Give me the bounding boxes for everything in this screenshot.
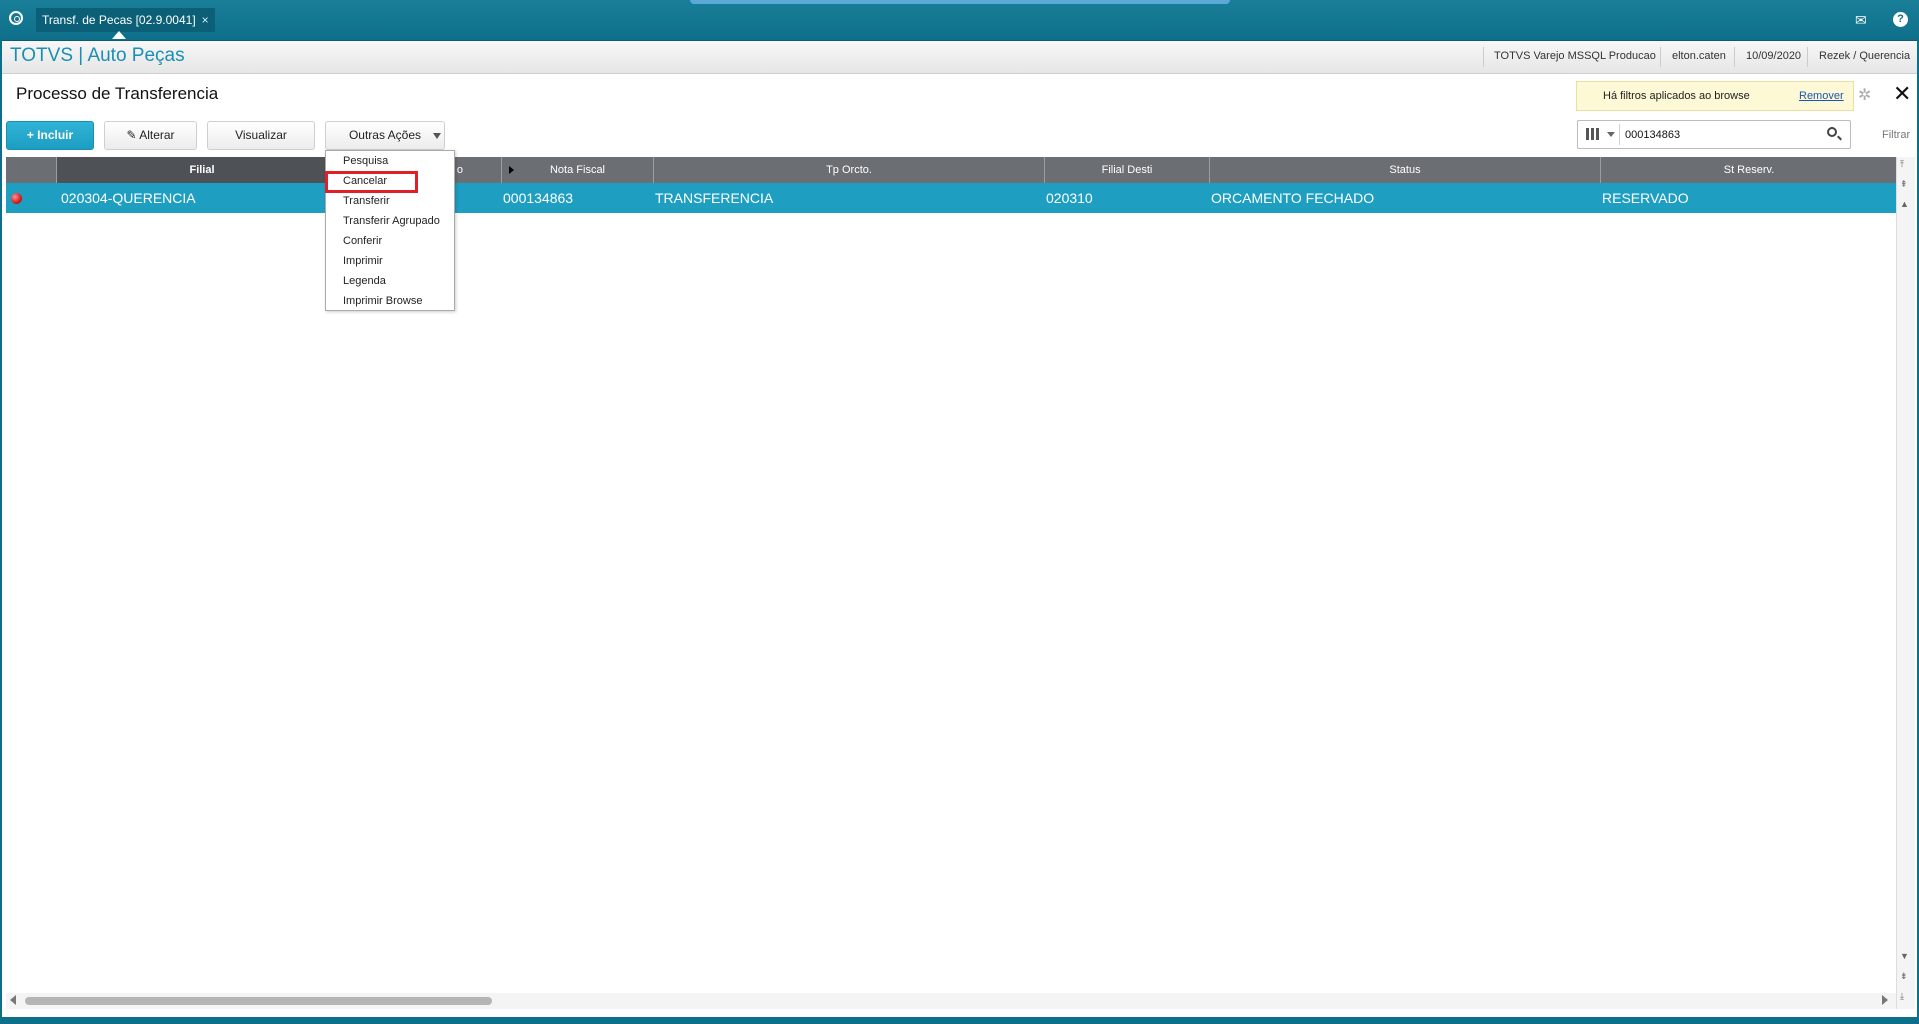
column-header-st-reserv[interactable]: St Reserv. <box>1601 157 1897 183</box>
alterar-label: Alterar <box>139 128 175 142</box>
top-glow <box>690 0 1230 4</box>
pencil-icon: ✎ <box>126 128 137 142</box>
visualizar-button[interactable]: Visualizar <box>207 121 315 150</box>
vertical-scrollbar[interactable]: ⤒ ⇞ ▲ ▼ ⇟ ⤓ <box>1896 157 1915 1009</box>
menu-item-imprimir-browse[interactable]: Imprimir Browse <box>343 295 422 307</box>
cell-filial-desti: 020310 <box>1046 190 1093 206</box>
menu-item-transferir-agrupado[interactable]: Transferir Agrupado <box>343 215 440 227</box>
header-divider <box>1660 47 1661 67</box>
column-header-filial-desti[interactable]: Filial Desti <box>1045 157 1210 183</box>
columns-icon[interactable] <box>1586 128 1600 140</box>
column-header-nota-fiscal[interactable]: Nota Fiscal <box>502 157 654 183</box>
app-header: TOTVS | Auto Peças TOTVS Varejo MSSQL Pr… <box>0 41 1919 74</box>
header-divider <box>1807 47 1808 67</box>
scroll-top-icon[interactable]: ⤒ <box>1900 159 1904 170</box>
status-legend-icon <box>11 193 22 204</box>
menu-item-transferir[interactable]: Transferir <box>343 195 390 207</box>
tab-close-icon[interactable]: × <box>202 13 209 27</box>
header-divider <box>1483 47 1484 67</box>
scroll-down-icon[interactable]: ▼ <box>1900 951 1909 961</box>
scroll-page-up-icon[interactable]: ⇞ <box>1900 179 1908 190</box>
mail-icon[interactable]: ✉ <box>1855 12 1867 29</box>
filtrar-link[interactable]: Filtrar <box>1882 129 1910 141</box>
tab-transf-pecas[interactable]: Transf. de Pecas [02.9.0041] × <box>36 8 215 32</box>
visualizar-label: Visualizar <box>235 128 287 142</box>
app-title: TOTVS | Auto Peças <box>10 45 185 66</box>
incluir-button[interactable]: + Incluir <box>6 121 94 150</box>
incluir-label: Incluir <box>37 128 74 142</box>
menu-item-legenda[interactable]: Legenda <box>343 275 386 287</box>
filter-notice-text: Há filtros aplicados ao browse <box>1603 90 1750 102</box>
column-header-legend <box>6 157 57 183</box>
header-divider <box>1734 47 1735 67</box>
cell-tp-orcto: TRANSFERENCIA <box>655 190 774 206</box>
menu-item-imprimir[interactable]: Imprimir <box>343 255 383 267</box>
remove-filter-link[interactable]: Remover <box>1799 90 1844 102</box>
settings-gear-icon[interactable]: ✲ <box>1858 85 1871 105</box>
help-icon[interactable]: ? <box>1893 12 1908 27</box>
cell-filial: 020304-QUERENCIA <box>61 190 196 206</box>
horizontal-scroll-thumb[interactable] <box>25 997 492 1005</box>
chevron-down-icon <box>433 133 441 139</box>
search-icon[interactable] <box>1827 127 1837 137</box>
tab-title: Transf. de Pecas [02.9.0041] <box>42 13 196 27</box>
scroll-bottom-icon[interactable]: ⤓ <box>1900 991 1904 1002</box>
filter-notice: Há filtros aplicados ao browse Remover <box>1576 81 1854 111</box>
chevron-down-icon[interactable] <box>1607 132 1615 137</box>
menu-item-conferir[interactable]: Conferir <box>343 235 382 247</box>
horizontal-scrollbar[interactable] <box>6 993 1896 1009</box>
cell-nota-fiscal: 000134863 <box>503 190 574 206</box>
window-border <box>0 40 2 1020</box>
plus-icon: + <box>26 128 34 142</box>
cell-st-reserv: RESERVADO <box>1602 190 1689 206</box>
scroll-right-icon[interactable] <box>1882 995 1888 1005</box>
taskbar-edge <box>0 1017 1919 1024</box>
date-label: 10/09/2020 <box>1746 50 1802 62</box>
menu-item-pesquisa[interactable]: Pesquisa <box>343 155 388 167</box>
user-label: elton.caten <box>1672 50 1726 62</box>
totvs-logo-icon[interactable] <box>9 11 23 25</box>
outras-acoes-dropdown[interactable]: Outras Ações <box>325 121 445 150</box>
company-label[interactable]: Rezek / Querencia <box>1819 50 1910 62</box>
cancelar-highlight-box <box>325 171 418 193</box>
close-icon[interactable]: ✕ <box>1893 81 1911 107</box>
scroll-up-icon[interactable]: ▲ <box>1900 199 1909 209</box>
scroll-page-down-icon[interactable]: ⇟ <box>1900 971 1908 982</box>
cell-status: ORCAMENTO FECHADO <box>1211 190 1375 206</box>
top-bar: Transf. de Pecas [02.9.0041] × ✉ ? <box>0 0 1919 41</box>
grid-header: Filial o Nota Fiscal Tp Orcto. Filial De… <box>6 157 1897 183</box>
search-input[interactable] <box>1623 125 1827 144</box>
table-row[interactable]: 020304-QUERENCIA 000134863 TRANSFERENCIA… <box>6 183 1897 213</box>
column-header-tp-orcto[interactable]: Tp Orcto. <box>654 157 1045 183</box>
environment-label: TOTVS Varejo MSSQL Producao <box>1494 50 1656 62</box>
scroll-left-icon[interactable] <box>10 995 16 1005</box>
outras-acoes-label: Outras Ações <box>348 128 422 142</box>
active-tab-indicator <box>112 31 126 39</box>
search-divider <box>1619 124 1620 145</box>
column-header-filial[interactable]: Filial <box>57 157 348 183</box>
search-box <box>1577 120 1851 149</box>
column-header-status[interactable]: Status <box>1210 157 1601 183</box>
page-title: Processo de Transferencia <box>16 84 219 103</box>
alterar-button[interactable]: ✎ Alterar <box>104 121 197 150</box>
